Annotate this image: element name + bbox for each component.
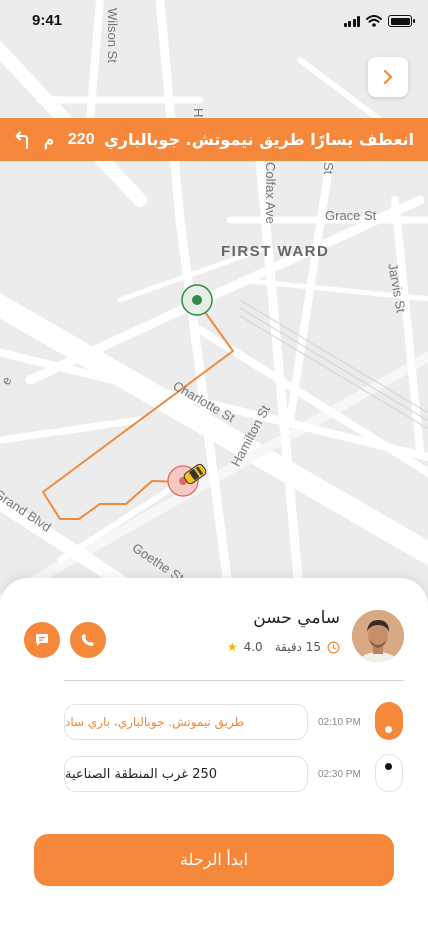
star-icon: ★ xyxy=(226,640,238,654)
timeline-start-dot xyxy=(385,726,392,733)
pickup-address: طريق نيموتش. جوبالباري، باري ساد xyxy=(65,715,245,729)
driver-avatar[interactable] xyxy=(352,610,404,662)
district-label: FIRST WARD xyxy=(221,243,330,260)
map-canvas xyxy=(0,0,428,620)
status-icons xyxy=(343,15,415,27)
signal-icon xyxy=(343,15,360,27)
street-label-grace: Grace St xyxy=(325,208,377,223)
chat-icon xyxy=(36,634,48,646)
timeline-end-pill xyxy=(375,754,403,792)
chevron-right-icon xyxy=(383,69,393,85)
dropoff-address: 250 غرب المنطقة الصناعية xyxy=(65,766,218,782)
street-label-partial-st: St xyxy=(321,162,336,175)
driver-meta: ★ 4.0 15 دقيقة xyxy=(227,640,340,654)
turn-distance: م 220 xyxy=(44,130,95,150)
distance-unit: م xyxy=(44,131,54,149)
driver-name: سامي حسن xyxy=(253,608,340,628)
chat-button[interactable] xyxy=(24,622,60,658)
street-label-partial-h: H xyxy=(191,108,206,118)
turn-left-icon xyxy=(15,131,28,149)
turn-info: م 220 xyxy=(14,130,95,150)
destination-marker xyxy=(181,284,213,316)
direction-banner: م 220 انعطف يسارًا طريق نيموتش. جوبالبار… xyxy=(0,118,428,161)
start-trip-button[interactable]: ابدأ الرحلة xyxy=(34,834,394,886)
pickup-address-card[interactable]: طريق نيموتش. جوبالباري، باري ساد xyxy=(64,704,308,740)
driver-rating: 4.0 xyxy=(243,640,263,654)
phone-icon xyxy=(81,633,94,646)
street-label-colfax: Colfax Ave xyxy=(263,162,278,224)
status-time: 9:41 xyxy=(32,12,63,29)
divider xyxy=(64,680,404,681)
wifi-icon xyxy=(366,15,382,27)
avatar-image xyxy=(352,610,404,662)
map-view[interactable]: Wilson St Colfax Ave Grace St Jarvis St … xyxy=(0,0,428,620)
status-bar: 9:41 xyxy=(0,0,428,44)
dropoff-address-card[interactable]: 250 غرب المنطقة الصناعية xyxy=(64,756,308,792)
trip-bottom-sheet: سامي حسن ★ 4.0 15 دقيقة 02:10 PM طريق ني… xyxy=(0,578,428,926)
clock-icon xyxy=(327,641,340,653)
timeline-end-dot xyxy=(385,763,392,770)
call-button[interactable] xyxy=(70,622,106,658)
direction-instruction: انعطف يسارًا طريق نيموتش. جوبالباري xyxy=(104,130,414,149)
timeline-start-pill xyxy=(375,702,403,740)
pickup-time: 02:10 PM xyxy=(318,717,361,728)
next-button[interactable] xyxy=(368,57,408,97)
dropoff-time: 02:30 PM xyxy=(318,769,361,780)
distance-value: 220 xyxy=(67,130,95,148)
battery-icon xyxy=(388,15,415,27)
driver-eta: 15 دقيقة xyxy=(274,640,321,654)
